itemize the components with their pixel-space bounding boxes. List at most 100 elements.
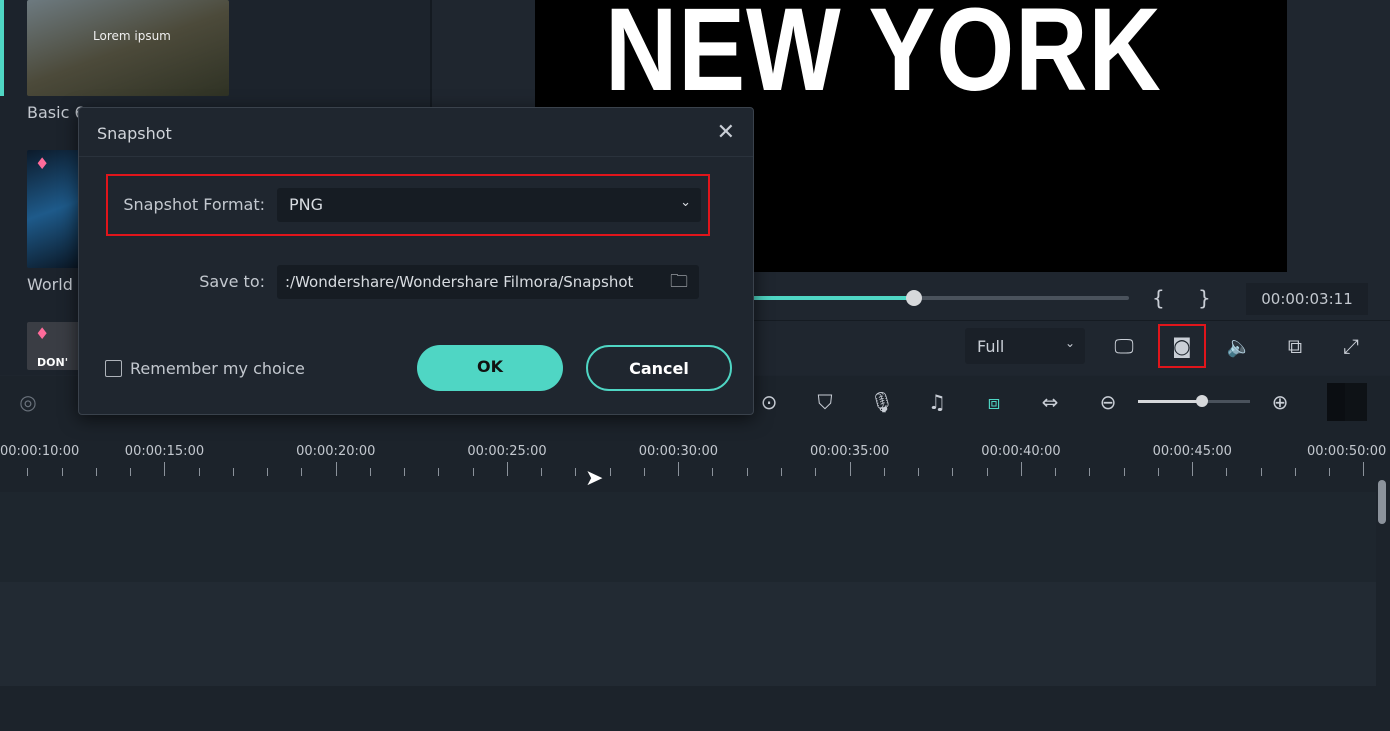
ruler-tick	[1020, 462, 1022, 476]
save-path-value: :/Wondershare/Wondershare Filmora/Snapsh…	[285, 273, 634, 291]
ruler-tick	[472, 468, 474, 476]
ruler-tick	[1157, 468, 1159, 476]
pip-layout-icon[interactable]: ⧉	[1281, 334, 1309, 358]
fullscreen-icon[interactable]: ⤢	[1337, 334, 1365, 358]
cancel-button[interactable]: Cancel	[586, 345, 732, 391]
timecode-display: 00:00:03:11	[1246, 283, 1368, 315]
quality-value: Full	[977, 337, 1005, 356]
ruler-tick	[849, 462, 851, 476]
ruler-tick	[198, 468, 200, 476]
ruler-tick	[575, 468, 577, 476]
template-thumbnail[interactable]: Lorem ipsum	[27, 0, 229, 96]
ruler-tick	[1123, 468, 1125, 476]
audio-meter	[1327, 383, 1367, 421]
snapshot-format-select[interactable]: PNG ⌄	[277, 188, 701, 222]
chevron-down-icon: ⌄	[680, 195, 691, 210]
ruler-tick	[678, 462, 680, 476]
folder-icon[interactable]: 🗀	[665, 265, 693, 299]
ruler-label: 00:00:30:00	[638, 444, 718, 459]
ruler-tick	[164, 462, 166, 476]
ruler-tick	[712, 468, 714, 476]
ruler-label: 00:00:20:00	[296, 444, 376, 459]
timeline-zoom-slider[interactable]	[1138, 395, 1250, 407]
dialog-title: Snapshot	[97, 124, 172, 143]
render-preview-icon[interactable]: ⊙	[755, 390, 783, 414]
thumbnail-text: Lorem ipsum	[93, 29, 171, 43]
audio-mixer-icon[interactable]: ♫	[923, 390, 951, 414]
ruler-tick	[918, 468, 920, 476]
zoom-level-fill	[1138, 400, 1202, 403]
timeline-track[interactable]	[0, 582, 1376, 686]
zoom-in-icon[interactable]: ⊕	[1266, 390, 1294, 414]
format-label: Snapshot Format:	[123, 195, 265, 214]
chevron-down-icon: ⌄	[1064, 336, 1075, 350]
ruler-tick	[438, 468, 440, 476]
ok-button[interactable]: OK	[417, 345, 563, 391]
ruler-tick	[609, 468, 611, 476]
ruler-label: 00:00:15:00	[124, 444, 205, 459]
ruler-tick	[130, 468, 132, 476]
ruler-tick	[1363, 462, 1365, 476]
ruler-label: 00:00:35:00	[810, 444, 890, 459]
divider	[79, 156, 753, 157]
save-to-label: Save to:	[199, 272, 265, 291]
mark-in-button[interactable]: {	[1152, 286, 1165, 310]
ruler-tick	[815, 468, 817, 476]
ruler-tick	[1226, 468, 1228, 476]
ruler-tick	[301, 468, 303, 476]
ruler-tick	[1329, 468, 1331, 476]
ruler-tick	[780, 468, 782, 476]
ruler-label: 00:00:40:00	[981, 444, 1061, 459]
ruler-tick	[404, 468, 406, 476]
ruler-tick	[335, 462, 337, 476]
zoom-out-icon[interactable]: ⊖	[1094, 390, 1122, 414]
ruler-label: 00:00:45:00	[1152, 444, 1232, 459]
save-path-field[interactable]: :/Wondershare/Wondershare Filmora/Snapsh…	[277, 265, 699, 299]
ruler-tick	[986, 468, 988, 476]
ruler-label: 00:00:25:00	[467, 444, 547, 459]
ruler-tick	[267, 468, 269, 476]
template-label: World	[27, 275, 73, 294]
ruler-tick	[506, 462, 508, 476]
playback-progress	[754, 296, 912, 300]
playback-slider[interactable]	[754, 290, 1129, 306]
ruler-tick	[61, 468, 63, 476]
premium-gem-icon: ♦	[35, 154, 50, 173]
timeline-track[interactable]	[0, 492, 1376, 582]
audio-wave-icon[interactable]: ◎	[14, 390, 42, 414]
remember-label[interactable]: Remember my choice	[130, 359, 305, 378]
mark-out-button[interactable]: }	[1198, 286, 1211, 310]
ruler-tick	[1089, 468, 1091, 476]
selection-indicator	[0, 0, 4, 96]
timeline-scrollbar[interactable]	[1378, 480, 1386, 524]
ruler-label: 00:00:50:00	[1307, 444, 1387, 459]
display-settings-icon[interactable]: 🖵	[1110, 334, 1138, 358]
ruler-tick	[369, 468, 371, 476]
template-label: Basic 6	[27, 103, 85, 122]
ruler-tick	[95, 468, 97, 476]
ruler-tick	[1260, 468, 1262, 476]
ruler-tick	[643, 468, 645, 476]
close-icon[interactable]: ✕	[717, 120, 735, 145]
camera-icon[interactable]: ◙	[1168, 334, 1196, 358]
marker-icon[interactable]: ⛉	[811, 390, 839, 414]
snap-icon[interactable]: ⧈	[980, 390, 1008, 414]
ruler-tick	[883, 468, 885, 476]
zoom-handle[interactable]	[1196, 395, 1208, 407]
ruler-tick	[746, 468, 748, 476]
ruler-label: 00:00:10:00	[0, 444, 80, 459]
ruler-tick	[1055, 468, 1057, 476]
ruler-tick	[1192, 462, 1194, 476]
fit-timeline-icon[interactable]: ⇔	[1036, 390, 1064, 414]
quality-select[interactable]: Full ⌄	[965, 328, 1085, 364]
ruler-tick	[541, 468, 543, 476]
ruler-tick	[952, 468, 954, 476]
volume-icon[interactable]: 🔈	[1225, 334, 1253, 358]
playhead-handle[interactable]	[906, 290, 922, 306]
preview-title-text: NEW YORK	[605, 0, 1162, 116]
snapshot-dialog: Snapshot ✕ Snapshot Format: PNG ⌄ Save t…	[78, 107, 754, 415]
thumbnail-text: DON'	[37, 356, 69, 369]
microphone-icon[interactable]: 🎙	[868, 390, 896, 414]
format-value: PNG	[289, 195, 324, 214]
remember-checkbox[interactable]	[105, 360, 122, 377]
